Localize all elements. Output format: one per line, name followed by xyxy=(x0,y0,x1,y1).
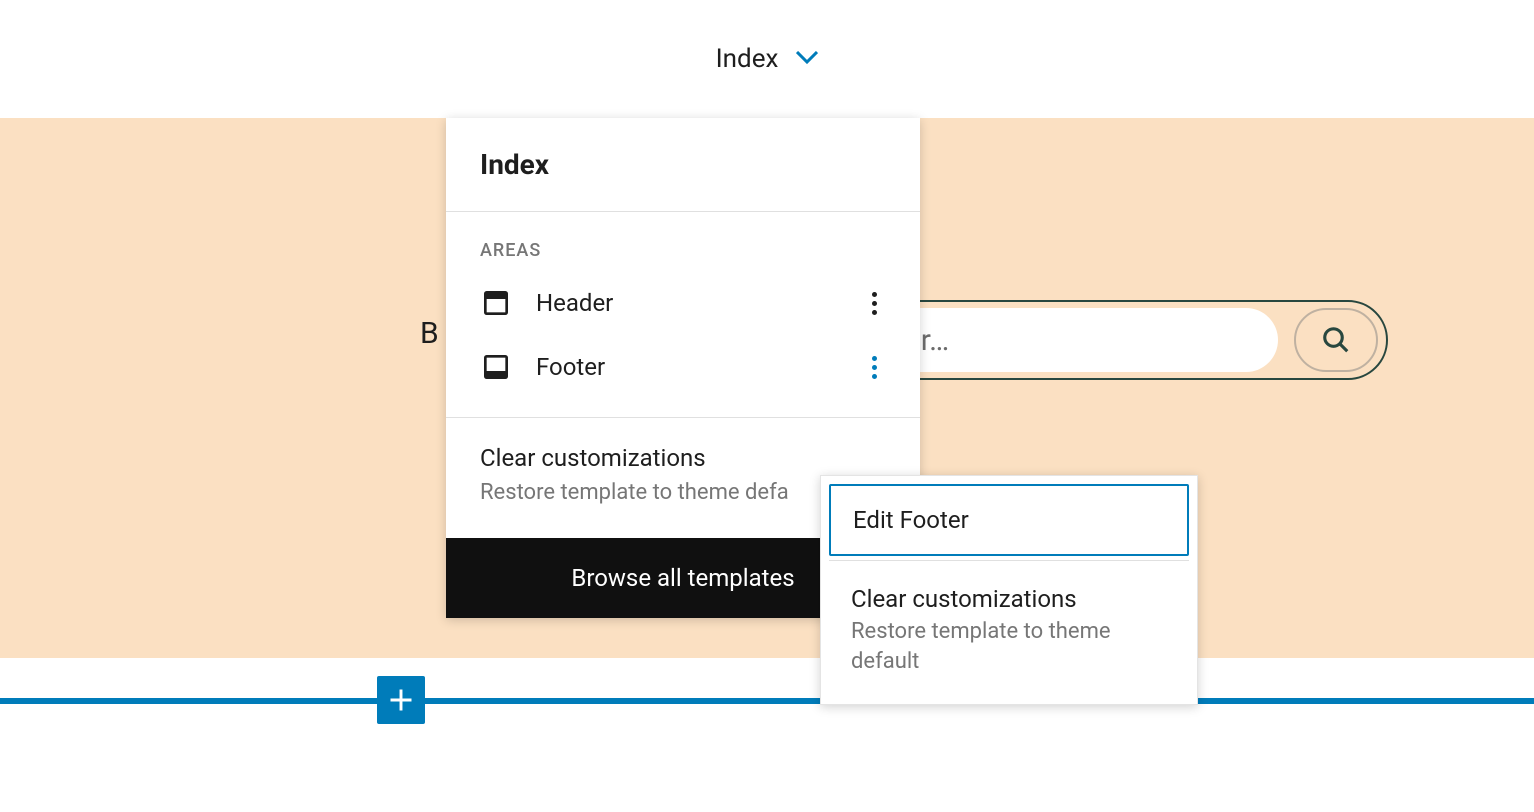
add-block-button[interactable] xyxy=(377,676,425,724)
clear-customizations-title: Clear customizations xyxy=(480,444,886,472)
area-submenu: Edit Footer Clear customizations Restore… xyxy=(820,475,1198,705)
area-label: Header xyxy=(536,289,838,317)
block-insert-line xyxy=(0,698,1534,704)
search-button[interactable] xyxy=(1294,308,1378,372)
editor-topbar: Index xyxy=(0,0,1534,118)
template-dropdown-header: Index xyxy=(446,118,920,212)
areas-section-label: AREAS xyxy=(446,212,920,271)
search-icon xyxy=(1321,325,1351,355)
plus-icon xyxy=(387,686,415,714)
area-label: Footer xyxy=(536,353,838,381)
area-item-header[interactable]: Header xyxy=(446,271,920,335)
document-title: Index xyxy=(716,44,779,74)
edit-footer-item[interactable]: Edit Footer xyxy=(829,484,1189,556)
footer-area-icon xyxy=(480,351,512,383)
more-options-icon[interactable] xyxy=(862,292,886,315)
submenu-divider xyxy=(829,560,1189,561)
area-item-footer[interactable]: Footer xyxy=(446,335,920,399)
chevron-down-icon[interactable] xyxy=(796,50,818,69)
template-name: Index xyxy=(480,148,886,181)
header-area-icon xyxy=(480,287,512,319)
submenu-clear-subtitle: Restore template to theme default xyxy=(851,617,1167,676)
submenu-clear-customizations-item[interactable]: Clear customizations Restore template to… xyxy=(829,565,1189,696)
block-name-fragment: B xyxy=(420,316,439,351)
more-options-icon[interactable] xyxy=(862,356,886,379)
submenu-clear-title: Clear customizations xyxy=(851,585,1167,613)
